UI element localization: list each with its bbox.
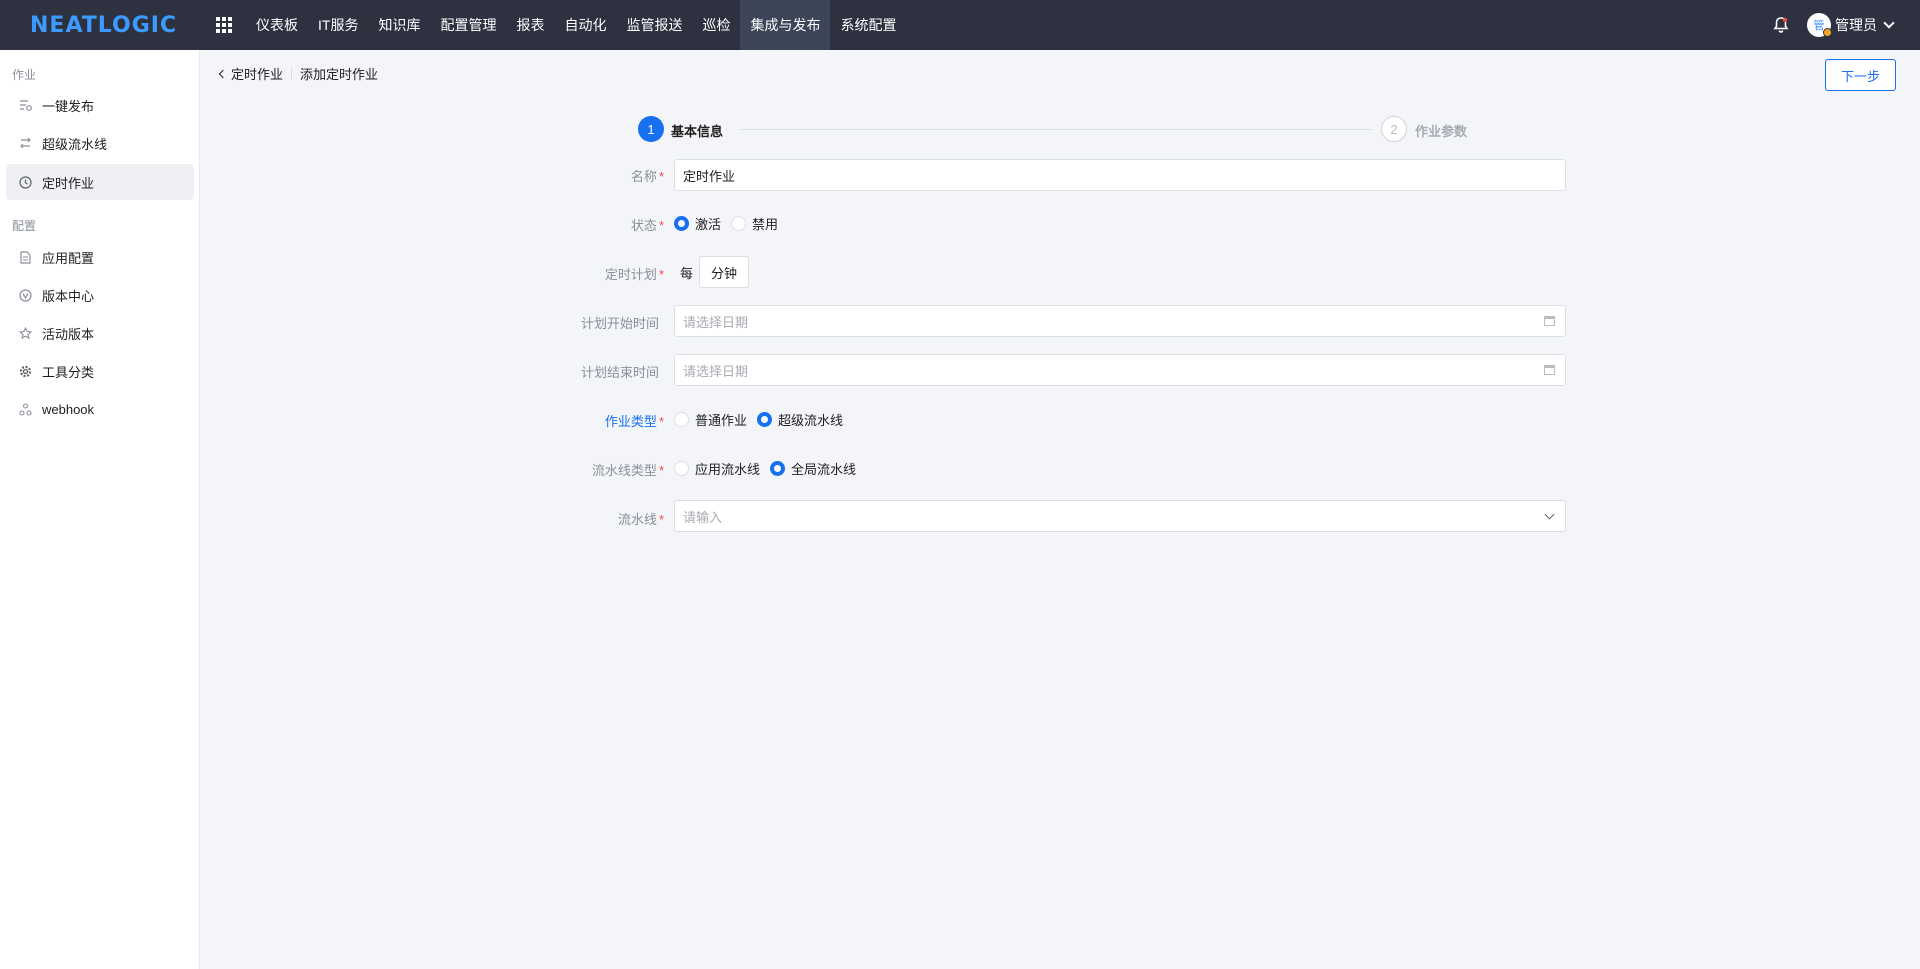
job-type-radio-group: 普通作业 超级流水线	[674, 410, 853, 429]
status-label: 状态 *	[630, 218, 664, 233]
pipeline-type-radio-group: 应用流水线 全局流水线	[674, 459, 866, 478]
status-radio-active[interactable]: 激活	[674, 214, 721, 233]
sidebar-group-title: 配置	[12, 219, 37, 233]
nav-item-it-service[interactable]: IT服务	[308, 0, 368, 50]
job-type-radio-normal[interactable]: 普通作业	[674, 410, 747, 429]
gear-icon	[18, 364, 32, 378]
sidebar-item-label: 一键发布	[42, 98, 95, 114]
chevron-down-icon	[1544, 509, 1555, 520]
sidebar-group-title: 作业	[12, 68, 37, 82]
document-icon	[18, 250, 32, 264]
webhook-icon	[18, 402, 32, 416]
sidebar-item-one-click-release[interactable]: 一键发布	[6, 87, 194, 123]
nav-item-system[interactable]: 系统配置	[830, 0, 906, 50]
step-connector	[740, 129, 1372, 130]
breadcrumb: 定时作业 添加定时作业	[218, 64, 379, 83]
end-time-label: 计划结束时间	[580, 365, 659, 380]
pipeline-type-label: 流水线类型 *	[591, 463, 664, 478]
nav-item-dashboard[interactable]: 仪表板	[246, 0, 308, 50]
name-input[interactable]: 定时作业	[674, 159, 1566, 191]
logo-text: NEATLOGIC	[30, 12, 178, 38]
start-time-label: 计划开始时间	[580, 316, 659, 331]
nav-item-automation[interactable]: 自动化	[554, 0, 616, 50]
nav-item-deploy[interactable]: 集成与发布	[740, 0, 831, 50]
apps-grid-icon[interactable]	[216, 17, 232, 33]
sidebar-item-label: 定时作业	[42, 175, 95, 191]
avatar: 管	[1807, 13, 1832, 37]
step-1-label: 基本信息	[671, 124, 724, 139]
pipeline-placeholder: 请输入	[683, 509, 723, 525]
next-step-button[interactable]: 下一步	[1825, 59, 1896, 91]
release-icon	[18, 98, 32, 112]
schedule-label: 定时计划 *	[604, 267, 664, 282]
sidebar: 作业 一键发布 超级流水线 定时作业 配置 应用配置 版本中心 活动版本 工具分…	[0, 50, 200, 969]
breadcrumb-divider	[291, 67, 293, 80]
calendar-icon	[1544, 316, 1555, 326]
schedule-unit-select[interactable]: 分钟	[699, 256, 750, 288]
sidebar-item-label: 活动版本	[42, 326, 95, 342]
schedule-prefix: 每	[680, 265, 694, 281]
name-label: 名称 *	[630, 169, 664, 184]
pipeline-type-radio-app[interactable]: 应用流水线	[674, 459, 760, 478]
chevron-left-icon	[218, 69, 228, 78]
nav-item-cmdb[interactable]: 配置管理	[430, 0, 506, 50]
job-type-radio-super-pipeline[interactable]: 超级流水线	[757, 410, 843, 429]
clock-icon	[18, 175, 32, 189]
sidebar-item-label: 工具分类	[42, 364, 95, 380]
step-2-indicator: 2	[1381, 116, 1407, 142]
status-radio-disabled[interactable]: 禁用	[731, 214, 778, 233]
breadcrumb-current: 添加定时作业	[300, 67, 379, 82]
sidebar-item-label: webhook	[42, 401, 95, 417]
sidebar-item-active-version[interactable]: 活动版本	[6, 315, 194, 351]
pipeline-icon	[18, 136, 32, 150]
sidebar-item-label: 应用配置	[42, 250, 95, 266]
version-icon	[18, 288, 32, 302]
start-time-picker[interactable]: 请选择日期	[674, 305, 1566, 337]
schedule-control: 每 分钟	[674, 256, 750, 288]
top-nav: 仪表板 IT服务 知识库 配置管理 报表 自动化 监管报送 巡检 集成与发布 系…	[246, 0, 906, 50]
logo[interactable]: NEATLOGIC	[30, 12, 178, 38]
calendar-icon	[1544, 365, 1555, 375]
top-bar: NEATLOGIC 仪表板 IT服务 知识库 配置管理 报表 自动化 监管报送 …	[0, 0, 1920, 50]
breadcrumb-back-link[interactable]: 定时作业	[218, 64, 284, 83]
end-time-picker[interactable]: 请选择日期	[674, 354, 1566, 386]
step-2-label: 作业参数	[1415, 124, 1468, 139]
sidebar-item-tool-category[interactable]: 工具分类	[6, 353, 194, 389]
sidebar-item-label: 版本中心	[42, 288, 95, 304]
bell-icon[interactable]	[1773, 16, 1789, 34]
nav-item-inspection[interactable]: 巡检	[692, 0, 740, 50]
star-icon	[18, 326, 32, 340]
sidebar-item-super-pipeline[interactable]: 超级流水线	[6, 125, 194, 161]
sidebar-item-version-center[interactable]: 版本中心	[6, 277, 194, 313]
user-menu[interactable]: 管 管理员	[1807, 12, 1895, 38]
pipeline-type-radio-global[interactable]: 全局流水线	[770, 459, 856, 478]
start-time-placeholder: 请选择日期	[683, 314, 749, 330]
step-1-indicator: 1	[638, 116, 664, 142]
sidebar-item-webhook[interactable]: webhook	[6, 391, 194, 427]
end-time-placeholder: 请选择日期	[683, 363, 749, 379]
pipeline-select[interactable]: 请输入	[674, 500, 1566, 532]
sidebar-item-label: 超级流水线	[42, 136, 108, 152]
breadcrumb-back-label: 定时作业	[231, 67, 284, 82]
user-name: 管理员	[1835, 17, 1877, 33]
status-radio-group: 激活 禁用	[674, 214, 788, 233]
sidebar-item-app-config[interactable]: 应用配置	[6, 239, 194, 275]
chevron-down-icon	[1883, 17, 1895, 29]
sidebar-item-scheduled-job[interactable]: 定时作业	[6, 164, 194, 200]
job-type-label: 作业类型 *	[604, 414, 664, 429]
pipeline-label: 流水线 *	[617, 512, 664, 527]
nav-item-knowledge[interactable]: 知识库	[368, 0, 430, 50]
nav-item-report[interactable]: 报表	[506, 0, 554, 50]
nav-item-regulatory[interactable]: 监管报送	[616, 0, 692, 50]
